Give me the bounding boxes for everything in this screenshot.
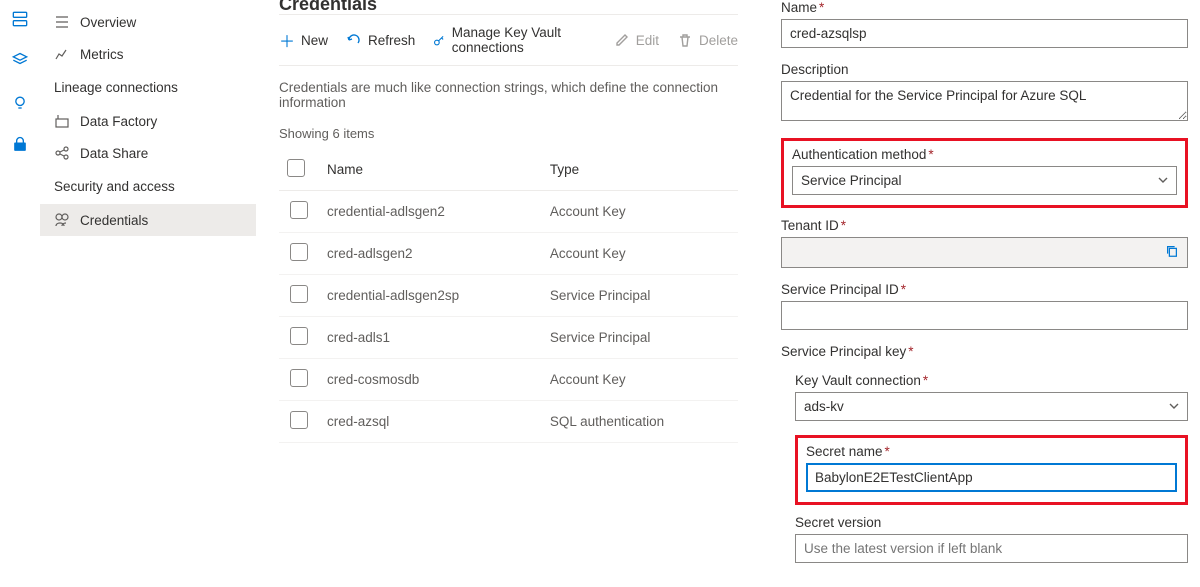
sp-key-label: Service Principal key* — [781, 344, 1188, 359]
name-label: Name* — [781, 0, 1188, 15]
kv-connection-select[interactable] — [795, 392, 1188, 421]
cell-name: cred-azsql — [319, 401, 542, 443]
select-all-checkbox[interactable] — [287, 159, 305, 177]
cell-type: Service Principal — [542, 275, 738, 317]
cell-name: cred-adls1 — [319, 317, 542, 359]
row-checkbox[interactable] — [290, 327, 308, 345]
name-input[interactable] — [781, 19, 1188, 48]
button-label: New — [301, 33, 328, 48]
secret-name-label: Secret name* — [806, 444, 1177, 459]
factory-icon — [54, 113, 70, 129]
cell-name: credential-adlsgen2 — [319, 191, 542, 233]
nav-section-label: Lineage connections — [54, 80, 178, 95]
secret-name-highlight: Secret name* — [795, 435, 1188, 505]
nav-item-metrics[interactable]: Metrics — [40, 38, 256, 70]
description-label: Description — [781, 62, 1188, 77]
row-checkbox[interactable] — [290, 285, 308, 303]
nav-item-label: Overview — [80, 15, 136, 30]
cell-name: credential-adlsgen2sp — [319, 275, 542, 317]
nav-item-data-factory[interactable]: Data Factory — [40, 105, 256, 137]
cell-name: cred-adlsgen2 — [319, 233, 542, 275]
secret-version-label: Secret version — [795, 515, 1188, 530]
main-pane: Credentials ＋ New Refresh Manage Key Vau… — [257, 0, 760, 587]
tenant-id-label: Tenant ID* — [781, 218, 1188, 233]
cell-type: Service Principal — [542, 317, 738, 359]
button-label: Edit — [636, 33, 659, 48]
cell-type: Account Key — [542, 233, 738, 275]
nav-section-lineage: Lineage connections — [40, 70, 256, 105]
column-header-type[interactable]: Type — [542, 149, 738, 191]
row-checkbox[interactable] — [290, 243, 308, 261]
nav-item-label: Data Share — [80, 146, 148, 161]
edit-icon — [614, 32, 630, 48]
row-checkbox[interactable] — [290, 369, 308, 387]
rail-sources-icon[interactable] — [9, 8, 31, 30]
table-row[interactable]: cred-adls1Service Principal — [279, 317, 738, 359]
cell-type: SQL authentication — [542, 401, 738, 443]
nav-item-credentials[interactable]: Credentials — [40, 204, 256, 236]
cell-type: Account Key — [542, 191, 738, 233]
nav-section-label: Security and access — [54, 179, 175, 194]
sp-id-label: Service Principal ID* — [781, 282, 1188, 297]
row-checkbox[interactable] — [290, 411, 308, 429]
table-row[interactable]: credential-adlsgen2Account Key — [279, 191, 738, 233]
secret-name-input[interactable] — [806, 463, 1177, 492]
table-row[interactable]: cred-cosmosdbAccount Key — [279, 359, 738, 401]
auth-method-highlight: Authentication method* — [781, 138, 1188, 208]
sp-id-input[interactable] — [781, 301, 1188, 330]
nav-item-label: Metrics — [80, 47, 124, 62]
nav-item-label: Data Factory — [80, 114, 157, 129]
key-icon — [433, 32, 445, 48]
row-checkbox[interactable] — [290, 201, 308, 219]
nav-section-security: Security and access — [40, 169, 256, 204]
table-row[interactable]: credential-adlsgen2spService Principal — [279, 275, 738, 317]
icon-rail — [0, 0, 40, 587]
button-label: Refresh — [368, 33, 415, 48]
plus-icon: ＋ — [279, 32, 295, 48]
rail-management-icon[interactable] — [9, 134, 31, 156]
manage-kv-button[interactable]: Manage Key Vault connections — [433, 25, 595, 55]
cell-type: Account Key — [542, 359, 738, 401]
credentials-icon — [54, 212, 70, 228]
share-icon — [54, 145, 70, 161]
table-row[interactable]: cred-adlsgen2Account Key — [279, 233, 738, 275]
credential-form: Name* Description Authentication method*… — [760, 0, 1200, 587]
refresh-button[interactable]: Refresh — [346, 32, 415, 48]
table-row[interactable]: cred-azsqlSQL authentication — [279, 401, 738, 443]
new-button[interactable]: ＋ New — [279, 32, 328, 48]
edit-button: Edit — [614, 32, 659, 48]
auth-method-label: Authentication method* — [792, 147, 1177, 162]
nav-item-label: Credentials — [80, 213, 148, 228]
tenant-id-input — [790, 244, 1161, 261]
auth-method-select[interactable] — [792, 166, 1177, 195]
vertical-nav: Overview Metrics Lineage connections Dat… — [40, 0, 257, 587]
column-header-name[interactable]: Name — [319, 149, 542, 191]
button-label: Delete — [699, 33, 738, 48]
refresh-icon — [346, 32, 362, 48]
delete-button: Delete — [677, 32, 738, 48]
delete-icon — [677, 32, 693, 48]
rail-insights-icon[interactable] — [9, 92, 31, 114]
kv-connection-label: Key Vault connection* — [795, 373, 1188, 388]
toolbar: ＋ New Refresh Manage Key Vault connectio… — [279, 14, 738, 66]
list-icon — [54, 14, 70, 30]
secret-version-input[interactable] — [795, 534, 1188, 563]
page-title: Credentials — [279, 0, 377, 15]
description-textarea[interactable] — [781, 81, 1188, 121]
page-description: Credentials are much like connection str… — [279, 80, 738, 110]
nav-item-overview[interactable]: Overview — [40, 6, 256, 38]
metrics-icon — [54, 46, 70, 62]
tenant-id-field[interactable] — [781, 237, 1188, 268]
credentials-table: Name Type credential-adlsgen2Account Key… — [279, 149, 738, 443]
copy-icon[interactable] — [1165, 244, 1179, 261]
cell-name: cred-cosmosdb — [319, 359, 542, 401]
nav-item-data-share[interactable]: Data Share — [40, 137, 256, 169]
button-label: Manage Key Vault connections — [452, 25, 596, 55]
item-count: Showing 6 items — [279, 126, 738, 141]
rail-scan-icon[interactable] — [9, 50, 31, 72]
